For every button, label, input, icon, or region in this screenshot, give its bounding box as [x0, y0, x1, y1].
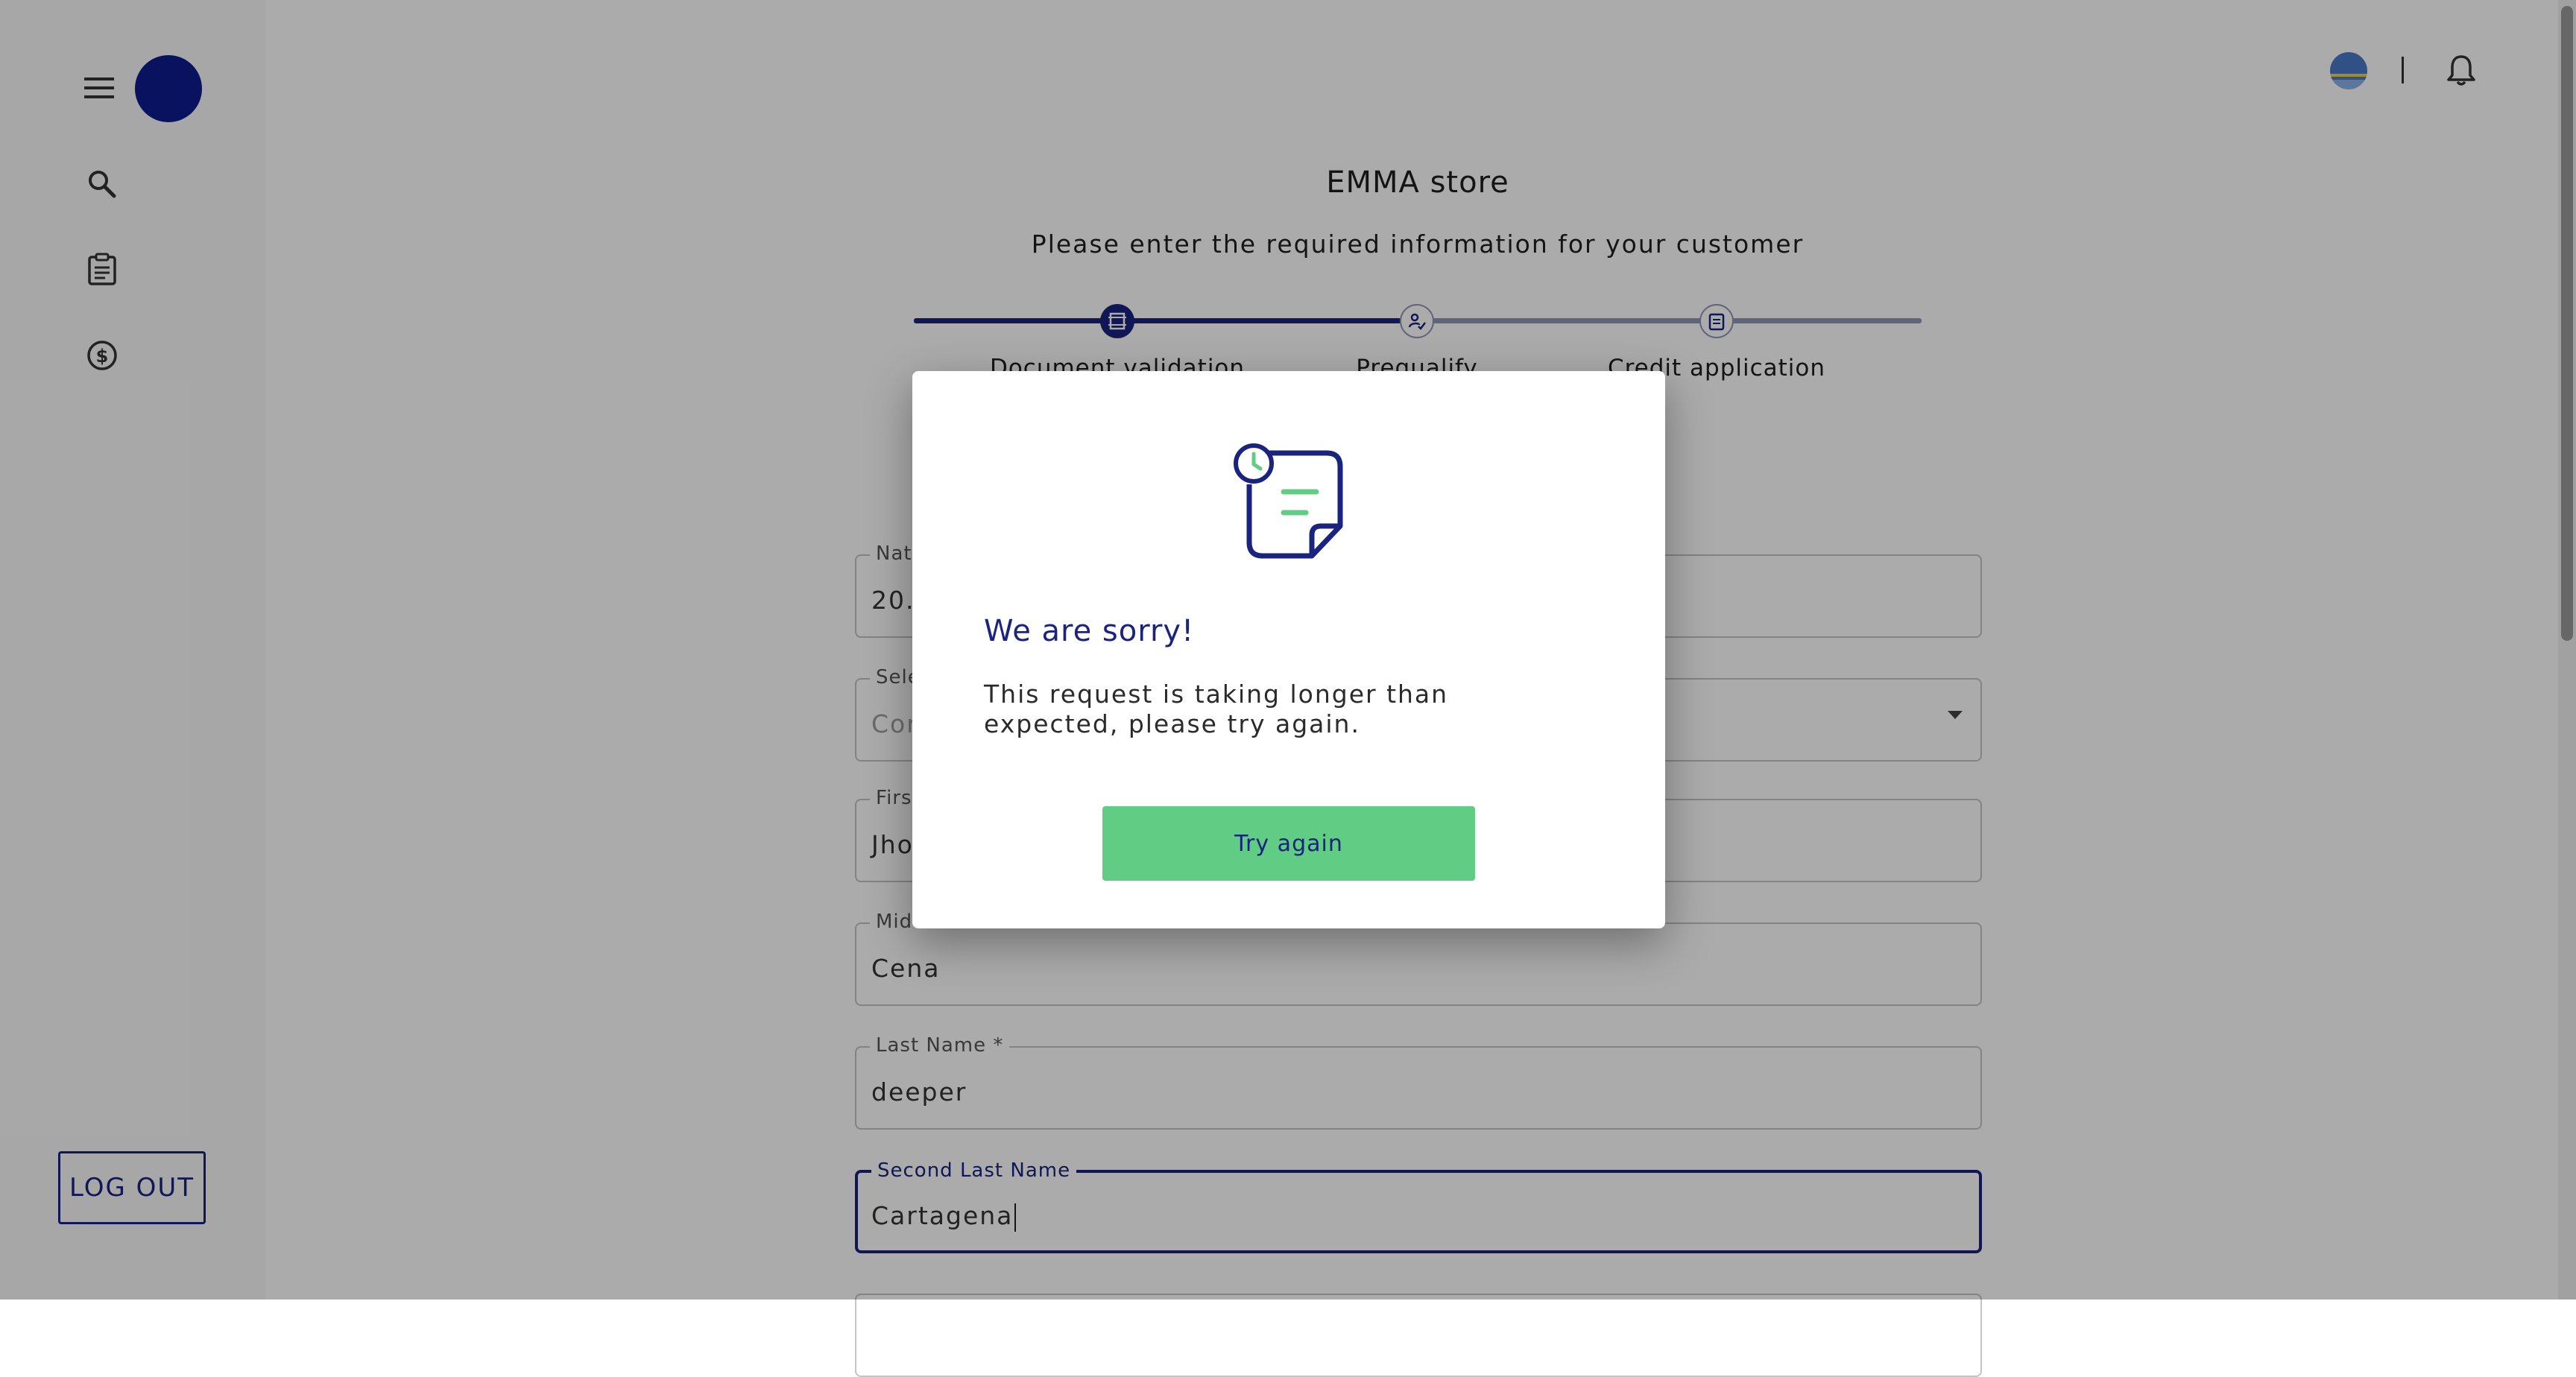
- pending-document-icon: [1233, 443, 1345, 566]
- try-again-button[interactable]: Try again: [1102, 806, 1475, 881]
- dialog-message: This request is taking longer than expec…: [984, 680, 1449, 738]
- dialog-title: We are sorry!: [984, 614, 1195, 648]
- error-dialog: We are sorry! This request is taking lon…: [912, 371, 1665, 928]
- next-field[interactable]: [855, 1294, 1982, 1377]
